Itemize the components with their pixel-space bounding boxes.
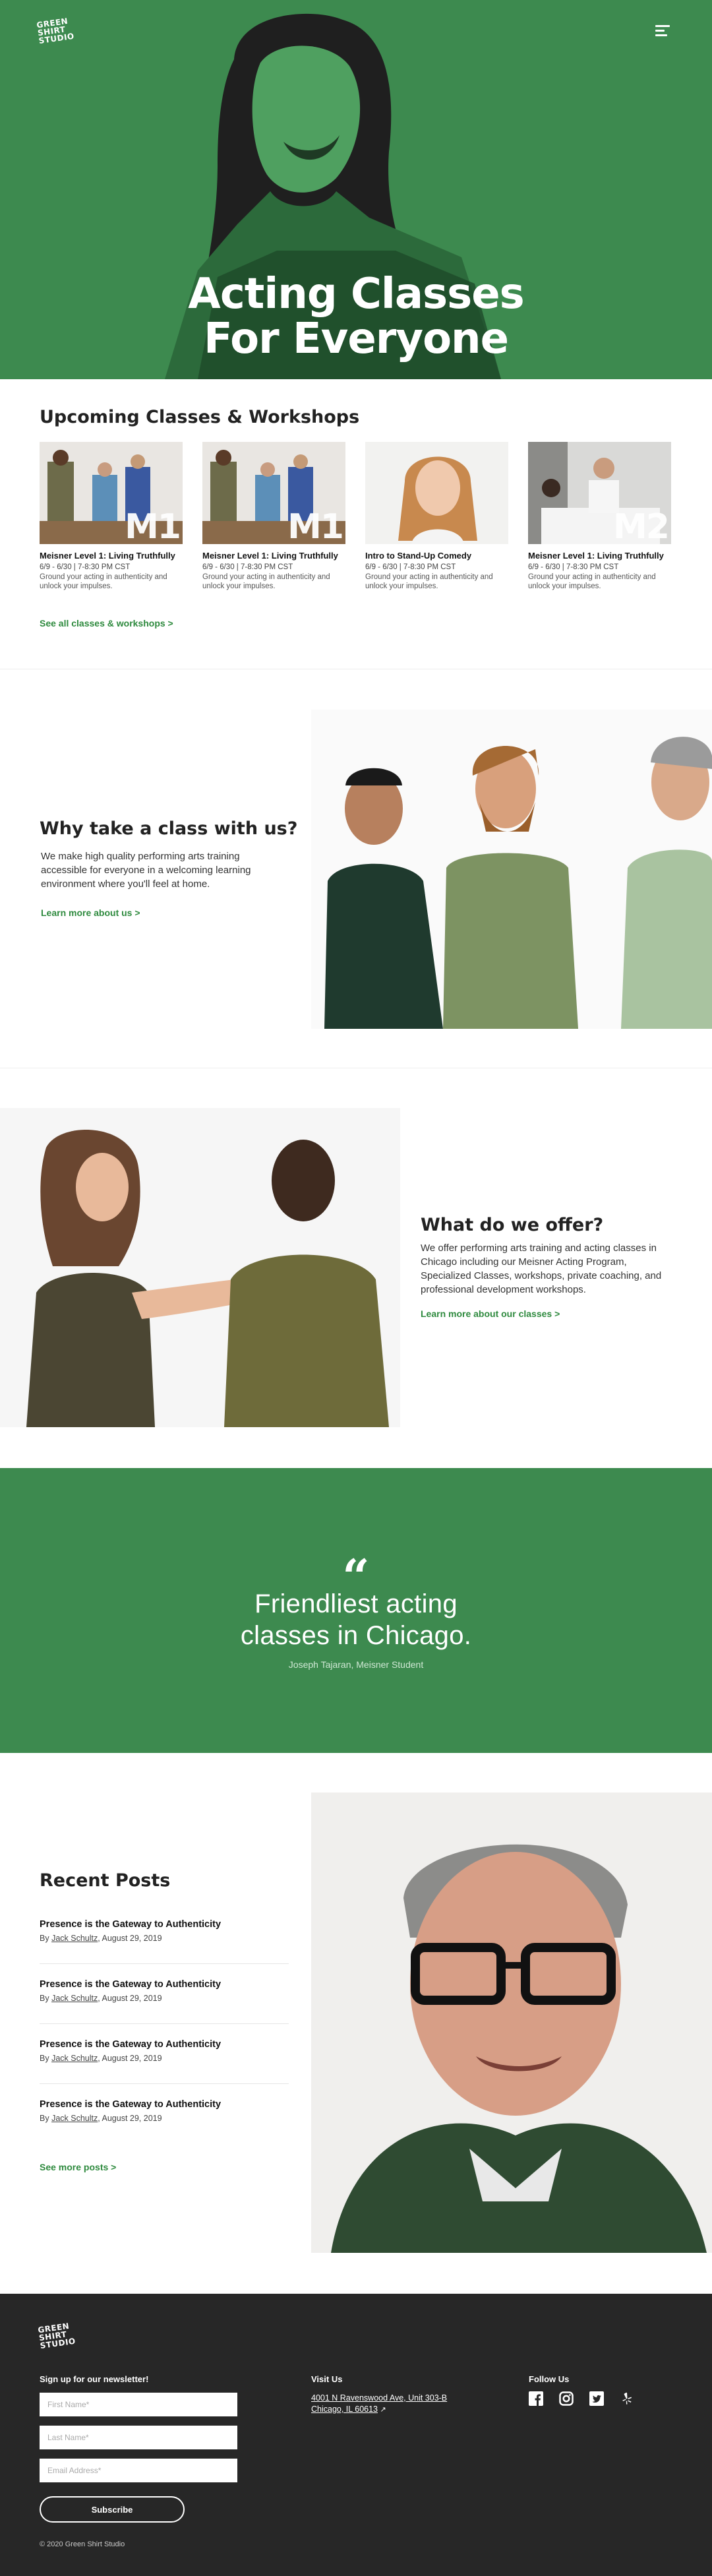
offer-section: What do we offer? We offer performing ar… xyxy=(0,1068,712,1467)
class-date: 6/9 - 6/30 | 7-8:30 PM CST xyxy=(365,563,456,571)
post-title[interactable]: Presence is the Gateway to Authenticity xyxy=(40,2039,289,2050)
subscribe-button[interactable]: Subscribe xyxy=(40,2496,185,2523)
facebook-icon[interactable] xyxy=(529,2391,543,2406)
posts-photo xyxy=(311,1793,712,2253)
class-card-list: M1 Meisner Level 1: Living Truthfully 6/… xyxy=(40,442,672,607)
copyright: © 2020 Green Shirt Studio xyxy=(40,2540,125,2548)
class-badge: M2 xyxy=(613,507,670,544)
email-field[interactable] xyxy=(40,2459,237,2482)
post-title[interactable]: Presence is the Gateway to Authenticity xyxy=(40,1919,289,1930)
address-link-line2[interactable]: Chicago, IL 60613 xyxy=(311,2405,378,2414)
post-author-link[interactable]: Jack Schultz xyxy=(51,2114,98,2123)
visit-heading: Visit Us xyxy=(311,2374,343,2384)
class-card[interactable]: M1 Meisner Level 1: Living Truthfully 6/… xyxy=(40,442,183,591)
post-item[interactable]: Presence is the Gateway to Authenticity … xyxy=(40,1965,289,2024)
yelp-icon[interactable] xyxy=(620,2391,634,2406)
twitter-icon[interactable] xyxy=(589,2391,604,2406)
class-title[interactable]: Meisner Level 1: Living Truthfully xyxy=(202,551,345,561)
last-name-field[interactable] xyxy=(40,2426,237,2449)
external-link-icon: ↗ xyxy=(380,2406,386,2414)
upcoming-classes-section: Upcoming Classes & Workshops M1 Meisner … xyxy=(0,379,712,669)
section-heading: Upcoming Classes & Workshops xyxy=(40,407,360,427)
post-item[interactable]: Presence is the Gateway to Authenticity … xyxy=(40,2025,289,2084)
recent-posts-section: Recent Posts Presence is the Gateway to … xyxy=(0,1753,712,2294)
address: 4001 N Ravenswood Ave, Unit 303-B Chicag… xyxy=(311,2393,447,2416)
section-heading: What do we offer? xyxy=(421,1215,604,1235)
class-description: Ground your acting in authenticity and u… xyxy=(202,573,330,590)
class-card[interactable]: M2 Meisner Level 1: Living Truthfully 6/… xyxy=(528,442,671,591)
class-date: 6/9 - 6/30 | 7-8:30 PM CST xyxy=(202,563,293,571)
class-card-image[interactable]: M2 xyxy=(528,442,671,544)
post-author-link[interactable]: Jack Schultz xyxy=(51,1994,98,2003)
first-name-field[interactable] xyxy=(40,2393,237,2416)
learn-more-about-us-link[interactable]: Learn more about us > xyxy=(41,907,140,918)
hero-title-line1: Acting Classes xyxy=(188,270,524,319)
post-meta: By Jack Schultz, August 29, 2019 xyxy=(40,2054,162,2063)
class-description: Ground your acting in authenticity and u… xyxy=(528,573,656,590)
address-link-line1[interactable]: 4001 N Ravenswood Ave, Unit 303-B xyxy=(311,2393,447,2403)
class-card-image[interactable] xyxy=(365,442,508,544)
post-meta: By Jack Schultz, August 29, 2019 xyxy=(40,1994,162,2003)
class-card-image[interactable]: M1 xyxy=(202,442,345,544)
post-meta: By Jack Schultz, August 29, 2019 xyxy=(40,1934,162,1943)
section-body: We make high quality performing arts tra… xyxy=(41,851,251,890)
post-title[interactable]: Presence is the Gateway to Authenticity xyxy=(40,1979,289,1990)
post-item[interactable]: Presence is the Gateway to Authenticity … xyxy=(40,1905,289,1964)
class-description: Ground your acting in authenticity and u… xyxy=(365,573,493,590)
follow-heading: Follow Us xyxy=(529,2374,570,2384)
offer-photo xyxy=(0,1108,400,1427)
site-logo[interactable]: GREEN SHIRT STUDIO xyxy=(36,16,80,55)
post-author-link[interactable]: Jack Schultz xyxy=(51,1934,98,1943)
section-body: We offer performing arts training and ac… xyxy=(421,1242,662,1295)
class-card[interactable]: M1 Meisner Level 1: Living Truthfully 6/… xyxy=(202,442,345,591)
class-badge: M1 xyxy=(125,507,181,544)
class-description: Ground your acting in authenticity and u… xyxy=(40,573,167,590)
footer-logo[interactable]: GREEN SHIRT STUDIO xyxy=(38,2321,82,2360)
page: GREEN SHIRT STUDIO Acting Classes For Ev… xyxy=(0,0,712,2576)
post-meta: By Jack Schultz, August 29, 2019 xyxy=(40,2114,162,2123)
hero-title-line2: For Everyone xyxy=(204,315,509,363)
section-heading: Why take a class with us? xyxy=(40,818,298,839)
class-card-image[interactable]: M1 xyxy=(40,442,183,544)
class-date: 6/9 - 6/30 | 7-8:30 PM CST xyxy=(40,563,131,571)
section-heading: Recent Posts xyxy=(40,1870,171,1891)
class-title[interactable]: Meisner Level 1: Living Truthfully xyxy=(40,551,183,561)
hero-title: Acting Classes For Everyone xyxy=(0,272,712,361)
post-title[interactable]: Presence is the Gateway to Authenticity xyxy=(40,2099,289,2110)
see-all-classes-link[interactable]: See all classes & workshops > xyxy=(40,618,173,629)
social-links xyxy=(529,2391,634,2408)
instagram-icon[interactable] xyxy=(559,2391,574,2406)
testimonial-section: “ Friendliest acting classes in Chicago.… xyxy=(0,1468,712,1753)
testimonial-quote: Friendliest acting classes in Chicago. xyxy=(240,1589,472,1650)
class-title[interactable]: Meisner Level 1: Living Truthfully xyxy=(528,551,671,561)
menu-icon[interactable] xyxy=(655,25,670,37)
see-more-posts-link[interactable]: See more posts > xyxy=(40,2162,116,2172)
class-card[interactable]: Intro to Stand-Up Comedy 6/9 - 6/30 | 7-… xyxy=(365,442,508,591)
post-author-link[interactable]: Jack Schultz xyxy=(51,2054,98,2063)
hero-section: GREEN SHIRT STUDIO Acting Classes For Ev… xyxy=(0,0,712,379)
why-photo xyxy=(311,710,712,1029)
class-date: 6/9 - 6/30 | 7-8:30 PM CST xyxy=(528,563,619,571)
post-item[interactable]: Presence is the Gateway to Authenticity … xyxy=(40,2085,289,2144)
newsletter-heading: Sign up for our newsletter! xyxy=(40,2374,149,2384)
why-section: Why take a class with us? We make high q… xyxy=(0,670,712,1068)
class-title[interactable]: Intro to Stand-Up Comedy xyxy=(365,551,508,561)
learn-more-classes-link[interactable]: Learn more about our classes > xyxy=(421,1308,560,1319)
class-badge: M1 xyxy=(287,507,344,544)
testimonial-author: Joseph Tajaran, Meisner Student xyxy=(288,1659,424,1670)
